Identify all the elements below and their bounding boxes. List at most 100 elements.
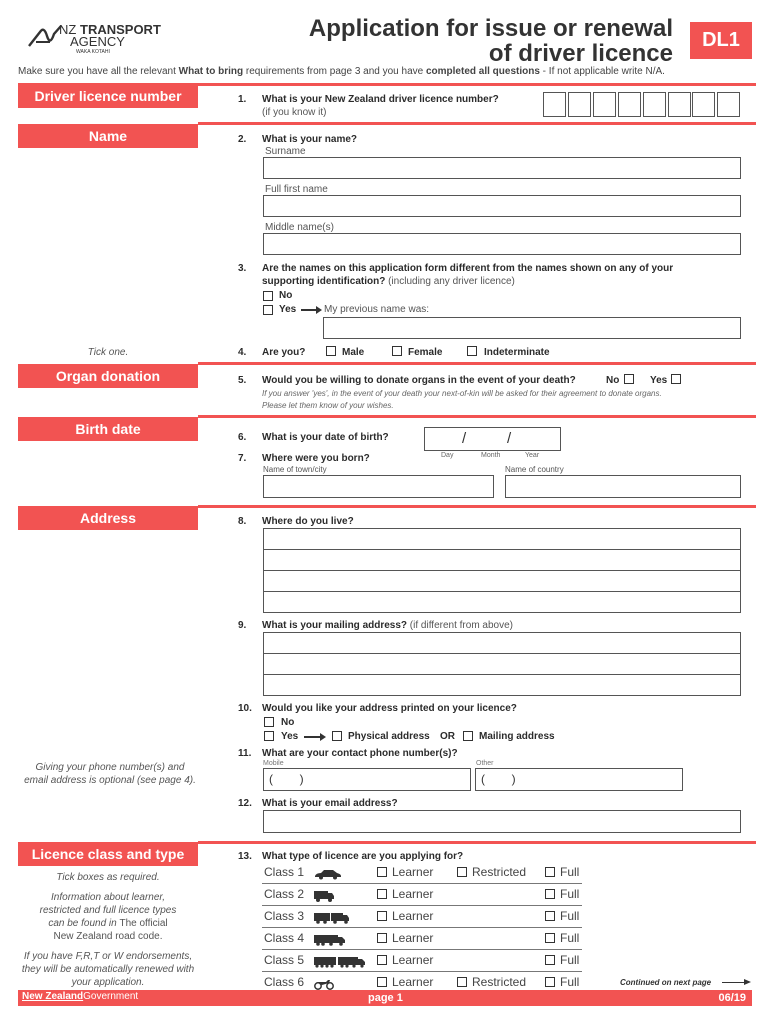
q10-yes-checkbox[interactable] [264, 731, 274, 741]
organ-yes-checkbox[interactable] [671, 374, 681, 384]
licence-digit-6[interactable] [668, 92, 691, 117]
mobile-phone-field[interactable]: ( ) [263, 768, 471, 791]
divider [198, 841, 756, 844]
licence-digit-1[interactable] [543, 92, 566, 117]
q7-number: 7. [238, 453, 247, 464]
licence-class-row: Class 4 Learner Full [262, 928, 582, 950]
learner-checkbox[interactable] [377, 911, 387, 921]
licence-digit-5[interactable] [643, 92, 666, 117]
organ-no-checkbox[interactable] [624, 374, 634, 384]
q1-question: What is your New Zealand driver licence … [262, 94, 499, 105]
licence-digit-3[interactable] [593, 92, 616, 117]
address-line-4[interactable] [263, 591, 741, 613]
q3-yes-checkbox[interactable] [263, 305, 273, 315]
middle-name-field[interactable] [263, 233, 741, 255]
full-checkbox[interactable] [545, 977, 555, 987]
full-checkbox[interactable] [545, 911, 555, 921]
day-label: Day [441, 452, 454, 459]
female-checkbox[interactable] [392, 346, 402, 356]
side-note-line: email address is optional (see page 4). [24, 775, 196, 786]
car-icon [314, 867, 342, 880]
section-label: Name [88, 128, 128, 144]
instructions: Make sure you have all the relevant What… [18, 66, 665, 77]
first-name-field[interactable] [263, 195, 741, 217]
surname-field[interactable] [263, 157, 741, 179]
section-label: Driver licence number [34, 88, 182, 104]
middle-name-label: Middle name(s) [265, 222, 334, 233]
q4-side-note: Tick one. [87, 347, 129, 358]
licence-digit-8[interactable] [717, 92, 740, 117]
indeterminate-checkbox[interactable] [467, 346, 477, 356]
address-line-3[interactable] [263, 570, 741, 592]
other-phone-field[interactable]: ( ) [475, 768, 683, 791]
date-of-birth-field[interactable]: / / [424, 427, 561, 451]
birth-town-field[interactable] [263, 475, 494, 498]
country-label: Name of country [505, 465, 564, 474]
email-field[interactable] [263, 810, 741, 833]
learner-checkbox[interactable] [377, 867, 387, 877]
full-label: Full [560, 909, 580, 923]
learner-label: Learner [392, 865, 434, 879]
full-checkbox[interactable] [545, 955, 555, 965]
full-checkbox[interactable] [545, 867, 555, 877]
section-label: Birth date [75, 421, 141, 437]
side-note-line: your application. [71, 977, 145, 988]
address-line-1[interactable] [263, 528, 741, 550]
arrow-head [744, 979, 751, 985]
section-label: Address [79, 510, 137, 526]
title-line-1: Application for issue or renewal [308, 15, 673, 42]
form-code: DL1 [702, 29, 740, 51]
q4-number: 4. [238, 347, 247, 358]
logo-waka-kotahi: WAKA KOTAHI [76, 49, 110, 55]
learner-checkbox[interactable] [377, 889, 387, 899]
male-label: Male [342, 347, 365, 358]
learner-checkbox[interactable] [377, 933, 387, 943]
full-checkbox[interactable] [545, 933, 555, 943]
q1-number: 1. [238, 94, 247, 105]
full-checkbox[interactable] [545, 889, 555, 899]
class-label: Class 1 [264, 865, 305, 879]
date-slash: / [462, 430, 467, 447]
learner-checkbox[interactable] [377, 977, 387, 987]
male-checkbox[interactable] [326, 346, 336, 356]
class-label: Class 2 [264, 887, 305, 901]
mailing-line-3[interactable] [263, 674, 741, 696]
year-label: Year [525, 452, 540, 459]
female-label: Female [408, 347, 443, 358]
mailing-address-checkbox[interactable] [463, 731, 473, 741]
instructions-bold: completed all questions [425, 66, 540, 77]
mailing-line-1[interactable] [263, 632, 741, 654]
title-line-2: of driver licence [488, 40, 673, 67]
restricted-checkbox[interactable] [457, 977, 467, 987]
previous-name-field[interactable] [323, 317, 741, 339]
instructions-bold: What to bring [178, 66, 244, 77]
full-label: Full [560, 865, 580, 879]
divider [198, 122, 756, 125]
q3-no-checkbox[interactable] [263, 291, 273, 301]
q10-no-checkbox[interactable] [264, 717, 274, 727]
restricted-checkbox[interactable] [457, 867, 467, 877]
phone-side-note: Giving your phone number(s) and email ad… [10, 761, 210, 787]
address-line-2[interactable] [263, 549, 741, 571]
q13-number: 13. [238, 851, 252, 862]
surname-label: Surname [265, 146, 306, 157]
birth-country-field[interactable] [505, 475, 741, 498]
licence-info-note: Information about learner, restricted an… [18, 891, 198, 943]
logo-agency: AGENCY [70, 34, 125, 49]
section-driver-licence-number: Driver licence number [18, 84, 198, 108]
learner-checkbox[interactable] [377, 955, 387, 965]
licence-digit-7[interactable] [692, 92, 715, 117]
licence-digit-4[interactable] [618, 92, 641, 117]
q7-question: Where were you born? [262, 453, 370, 464]
q3-number: 3. [238, 263, 247, 274]
organ-note-2: Please let them know of your wishes. [262, 401, 394, 410]
full-label: Full [560, 953, 580, 967]
heavy-combination-icon [314, 955, 366, 968]
area-code-parens: ( ) [269, 772, 304, 786]
month-label: Month [481, 452, 501, 459]
class-label: Class 5 [264, 953, 305, 967]
physical-address-checkbox[interactable] [332, 731, 342, 741]
licence-digit-2[interactable] [568, 92, 591, 117]
mailing-line-2[interactable] [263, 653, 741, 675]
divider [198, 415, 756, 418]
